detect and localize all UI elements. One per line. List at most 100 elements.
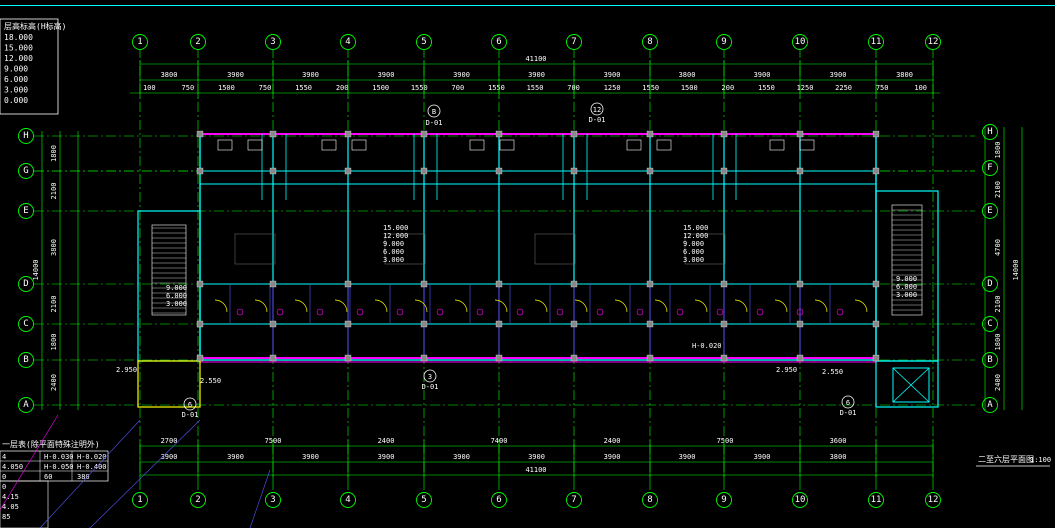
column	[570, 354, 578, 362]
svg-text:D-01: D-01	[840, 409, 857, 417]
legend-side-value: 0	[2, 483, 6, 491]
dimension-label: 1550	[295, 84, 312, 92]
column	[196, 320, 204, 328]
column	[872, 130, 880, 138]
column	[720, 167, 728, 175]
column	[344, 167, 352, 175]
axis-bubble-bottom: 2	[190, 492, 206, 508]
elevation-value: 18.000	[4, 33, 33, 42]
axis-bubble-left: G	[18, 163, 34, 179]
legend-cell: H-0.020	[77, 453, 107, 461]
sanitary-fixture	[356, 308, 364, 316]
svg-text:D-01: D-01	[589, 116, 606, 124]
svg-text:10: 10	[795, 37, 806, 47]
legend-cell: H-0.050	[44, 463, 74, 471]
column	[796, 354, 804, 362]
column	[269, 130, 277, 138]
dimension-label: 1550	[527, 84, 544, 92]
stair-level: 3.000	[383, 256, 404, 264]
legend-side-value: 85	[2, 513, 10, 521]
column	[796, 130, 804, 138]
column	[420, 280, 428, 288]
axis-bubble-bottom: 7	[566, 492, 582, 508]
axis-bubble-left: C	[18, 316, 34, 332]
dimension-label: 100	[143, 84, 156, 92]
dimension-label: 1550	[758, 84, 775, 92]
column	[344, 130, 352, 138]
svg-text:4: 4	[345, 37, 350, 47]
stair-level-labels: 15.000 15.00012.000 12.0009.000 9.0006.000 6…	[166, 224, 917, 308]
column	[796, 167, 804, 175]
dimension-label: 200	[336, 84, 349, 92]
dimension-label: 3900	[604, 453, 621, 461]
column	[646, 354, 654, 362]
sanitary-fixture	[516, 308, 524, 316]
dimension-label: 3900	[378, 453, 395, 461]
column	[872, 167, 880, 175]
drawing-scale: 1:100	[1030, 456, 1051, 464]
floor-plan-drawing: 层高标高(H标高) 18.00015.00012.0009.0006.0003.…	[0, 5, 1055, 528]
section-callout-12: 12 D-01	[589, 102, 606, 124]
svg-text:10: 10	[795, 495, 806, 505]
svg-text:6: 6	[496, 495, 501, 505]
axis-bubble-left: E	[18, 203, 34, 219]
svg-text:3: 3	[428, 373, 432, 381]
elevation-value: 6.000	[4, 75, 28, 84]
dimension-label: 2100	[994, 181, 1002, 198]
axis-bubble-bottom: 3	[265, 492, 281, 508]
section-callout-b: B D-01	[426, 104, 442, 127]
axis-bubble-top: 11	[868, 34, 884, 50]
dimension-chains: 41100 3800 3900 3900 3900 3900 3900 3900 3800 390…	[32, 55, 1023, 480]
section-callout-6b: 6 D-01	[840, 395, 857, 417]
fixture	[799, 139, 815, 151]
fixture	[247, 139, 263, 151]
svg-text:6: 6	[188, 401, 192, 409]
axis-bubble-top: 3	[265, 34, 281, 50]
dimension-label: 3900	[830, 71, 847, 79]
level-left-2: 2.550	[200, 377, 221, 385]
svg-text:7: 7	[571, 37, 576, 47]
svg-text:A: A	[23, 400, 29, 410]
dimension-label: 100	[914, 84, 927, 92]
axis-bubble-top: 8	[642, 34, 658, 50]
dimension-label: 7500	[717, 437, 734, 445]
dimension-label: 2700	[161, 437, 178, 445]
dimension-label: 3900	[227, 453, 244, 461]
dimension-label: 2400	[378, 437, 395, 445]
stair-level: 15.000	[683, 224, 708, 232]
furniture	[234, 233, 276, 265]
dimension-label: 14000	[32, 259, 40, 280]
svg-text:11: 11	[871, 495, 882, 505]
column	[495, 280, 503, 288]
stair-level: 6.000	[896, 283, 917, 291]
dimension-label: 4700	[994, 239, 1002, 256]
sanitary-fixture	[596, 308, 604, 316]
sanitary-fixture	[316, 308, 324, 316]
dimension-label: 750	[182, 84, 195, 92]
dimension-label: 1500	[681, 84, 698, 92]
column	[420, 130, 428, 138]
building-walls	[137, 133, 939, 408]
column	[344, 354, 352, 362]
dimension-label: 3900	[453, 71, 470, 79]
dimension-label: 3800	[679, 71, 696, 79]
dimension-label: 1250	[604, 84, 621, 92]
column	[196, 354, 204, 362]
axis-bubble-top: 7	[566, 34, 582, 50]
axis-bubble-top: 1	[132, 34, 148, 50]
axis-bubble-top: 6	[491, 34, 507, 50]
svg-text:B: B	[432, 108, 436, 116]
axis-bubble-top: 10	[792, 34, 808, 50]
column	[344, 280, 352, 288]
axis-bubble-top: 9	[716, 34, 732, 50]
column	[269, 320, 277, 328]
svg-text:12: 12	[593, 106, 601, 114]
drawing-frame	[0, 5, 1055, 6]
svg-text:2: 2	[195, 37, 200, 47]
column	[269, 354, 277, 362]
legend-side-value: 4.15	[2, 493, 19, 501]
dimension-label: 3900	[161, 453, 178, 461]
dimension-label: 700	[567, 84, 580, 92]
column	[269, 167, 277, 175]
level-left: 2.950	[116, 366, 137, 374]
